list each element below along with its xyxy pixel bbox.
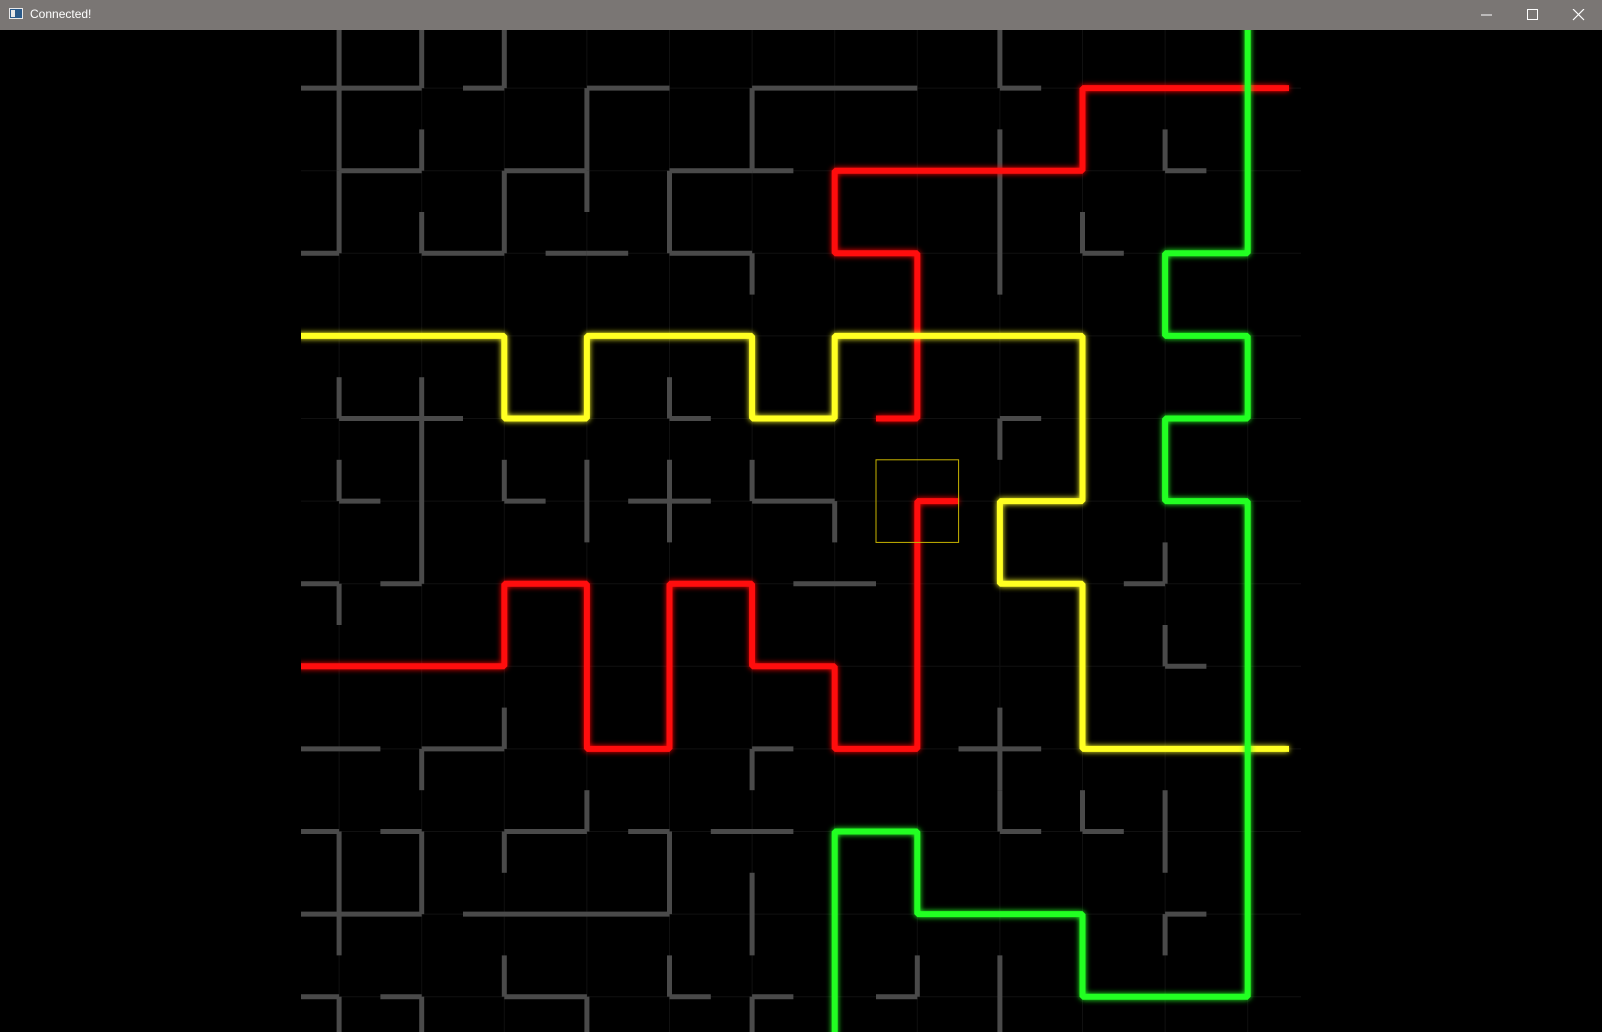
minimize-button[interactable]: [1464, 0, 1510, 30]
game-canvas[interactable]: [0, 30, 1602, 1032]
close-button[interactable]: [1556, 0, 1602, 30]
maximize-icon: [1527, 9, 1538, 20]
pipe-segment-green[interactable]: [831, 30, 1251, 1032]
pipe-segment-red[interactable]: [831, 85, 1289, 336]
window-title: Connected!: [30, 7, 92, 21]
pipe-segment-red[interactable]: [298, 498, 959, 752]
pipe-board[interactable]: [0, 30, 1602, 1032]
close-icon: [1572, 9, 1585, 21]
maximize-button[interactable]: [1510, 0, 1556, 30]
pipe-segment-red[interactable]: [876, 335, 921, 422]
title-bar: Connected!: [0, 0, 1602, 30]
pipe-segment-yellow[interactable]: [298, 332, 1289, 752]
app-icon: [9, 8, 23, 19]
minimize-icon: [1481, 14, 1492, 16]
